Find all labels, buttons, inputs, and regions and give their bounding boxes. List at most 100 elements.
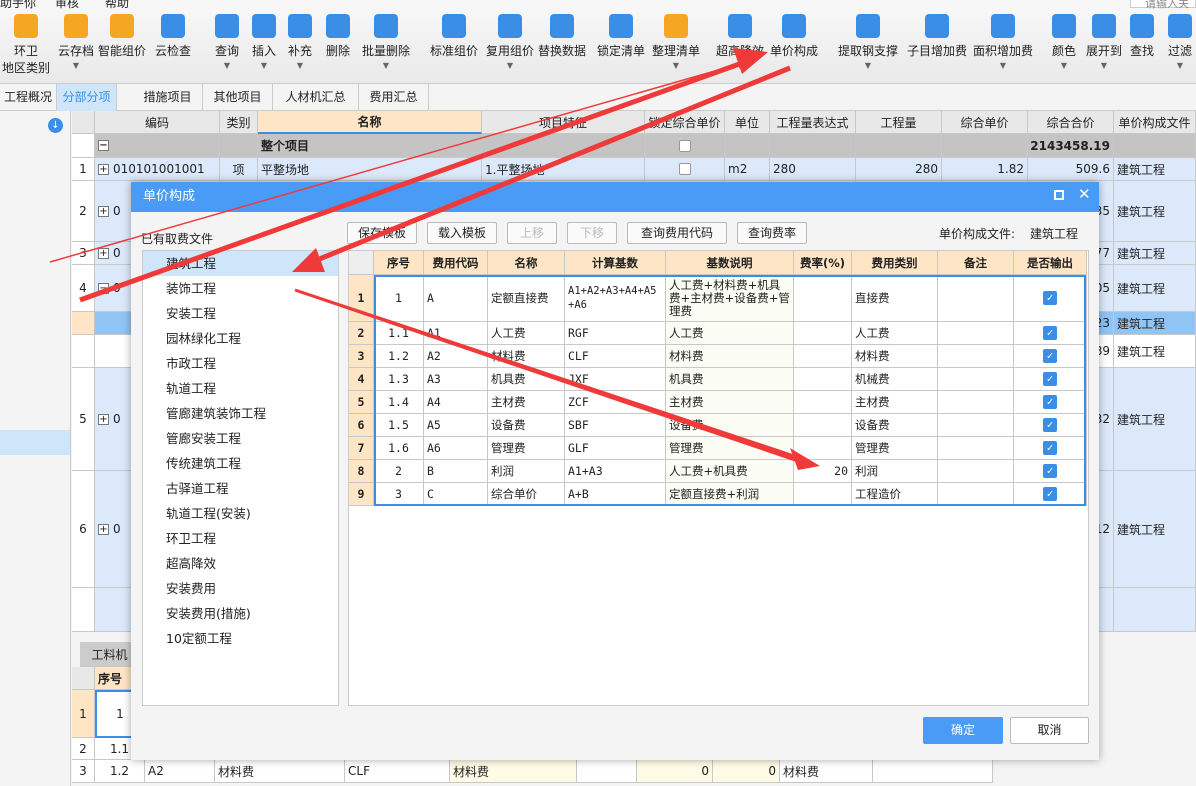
chevron-down-icon[interactable]: ▼ bbox=[1086, 61, 1122, 70]
toolbar-cloud-check-button[interactable]: 云检查 bbox=[155, 14, 191, 59]
tab-1[interactable]: 分部分项 bbox=[57, 84, 117, 111]
fee-file-item[interactable]: 古驿道工程 bbox=[143, 476, 338, 501]
menu-assistant[interactable]: 助手你 bbox=[0, 0, 36, 10]
move-down-button[interactable]: 下移 bbox=[567, 222, 617, 244]
fee-file-item[interactable]: 传统建筑工程 bbox=[143, 451, 338, 476]
toolbar-label: 锁定清单 bbox=[597, 44, 646, 58]
chevron-down-icon[interactable]: ▼ bbox=[486, 61, 534, 70]
chevron-down-icon[interactable]: ▼ bbox=[252, 61, 276, 70]
table-cell-base: JXF bbox=[565, 368, 666, 391]
fee-file-item[interactable]: 10定额工程 bbox=[143, 626, 338, 651]
chevron-down-icon[interactable]: ▼ bbox=[652, 61, 700, 70]
fee-file-item[interactable]: 轨道工程(安装) bbox=[143, 501, 338, 526]
fee-file-item[interactable]: 装饰工程 bbox=[143, 276, 338, 301]
expand-icon[interactable]: + bbox=[98, 163, 109, 175]
toolbar-steel-support-button[interactable]: 提取钢支撑 ▼ bbox=[838, 14, 898, 70]
output-checkbox[interactable]: ✓ bbox=[1043, 487, 1057, 501]
tab-3[interactable]: 其他项目 bbox=[203, 84, 273, 111]
move-up-button[interactable]: 上移 bbox=[507, 222, 557, 244]
fee-file-item[interactable]: 市政工程 bbox=[143, 351, 338, 376]
fee-file-item[interactable]: 轨道工程 bbox=[143, 376, 338, 401]
lock-checkbox[interactable] bbox=[678, 139, 691, 152]
search-input[interactable]: 请输入关 bbox=[1130, 0, 1196, 10]
toolbar-replace-data-button[interactable]: 替换数据 bbox=[538, 14, 586, 59]
collapse-icon[interactable]: − bbox=[98, 140, 109, 151]
fee-file-item[interactable]: 园林绿化工程 bbox=[143, 326, 338, 351]
left-nav-selected[interactable] bbox=[0, 430, 70, 455]
toolbar-color-button[interactable]: 颜色 ▼ bbox=[1052, 14, 1076, 70]
output-checkbox[interactable]: ✓ bbox=[1043, 441, 1057, 455]
toolbar-region-category-button[interactable]: 环卫 地区类别 bbox=[2, 14, 50, 76]
toolbar-area-fee-button[interactable]: 面积增加费 ▼ bbox=[973, 14, 1033, 70]
tab-4[interactable]: 人材机汇总 bbox=[273, 84, 359, 111]
chevron-down-icon[interactable]: ▼ bbox=[838, 61, 898, 70]
bottom-seq[interactable]: 1.2 bbox=[95, 760, 145, 783]
tab-2[interactable]: 措施项目 bbox=[133, 84, 203, 111]
expand-icon[interactable]: + bbox=[98, 523, 109, 535]
toolbar-query-button[interactable]: 查询 ▼ bbox=[215, 14, 239, 70]
output-checkbox[interactable]: ✓ bbox=[1043, 418, 1057, 432]
output-checkbox[interactable]: ✓ bbox=[1043, 349, 1057, 363]
expand-icon[interactable]: + bbox=[98, 247, 109, 259]
grid-header-8: 综合单价 bbox=[942, 111, 1028, 134]
load-template-button[interactable]: 载入模板 bbox=[427, 222, 497, 244]
toolbar-item-fee-button[interactable]: 子目增加费 bbox=[907, 14, 967, 59]
chevron-down-icon[interactable]: ▼ bbox=[716, 61, 764, 70]
maximize-icon[interactable] bbox=[1054, 190, 1064, 200]
chevron-down-icon[interactable]: ▼ bbox=[1168, 61, 1192, 70]
query-rate-button[interactable]: 查询费率 bbox=[737, 222, 807, 244]
cancel-button[interactable]: 取消 bbox=[1010, 717, 1089, 744]
tab-0[interactable]: 工程概况 bbox=[0, 84, 57, 111]
chevron-down-icon[interactable]: ▼ bbox=[362, 61, 410, 70]
fee-file-item[interactable]: 建筑工程 bbox=[143, 251, 338, 276]
menu-help[interactable]: 帮助 bbox=[105, 0, 129, 10]
save-template-button[interactable]: 保存模板 bbox=[347, 222, 417, 244]
download-icon[interactable]: ↓ bbox=[48, 118, 63, 133]
toolbar-unit-price-button[interactable]: 单价构成 bbox=[770, 14, 818, 59]
collapse-icon[interactable]: − bbox=[98, 282, 109, 294]
fee-file-item[interactable]: 管廊建筑装饰工程 bbox=[143, 401, 338, 426]
toolbar-height-reduction-button[interactable]: 超高降效 ▼ bbox=[716, 14, 764, 70]
chevron-down-icon[interactable]: ▼ bbox=[973, 61, 1033, 70]
output-checkbox[interactable]: ✓ bbox=[1043, 464, 1057, 478]
toolbar-expand-button[interactable]: 展开到 ▼ bbox=[1086, 14, 1122, 70]
output-checkbox[interactable]: ✓ bbox=[1043, 395, 1057, 409]
expand-icon[interactable]: + bbox=[98, 205, 109, 217]
lock-checkbox[interactable] bbox=[678, 163, 691, 175]
toolbar-organize-list-button[interactable]: 整理清单 ▼ bbox=[652, 14, 700, 70]
output-checkbox[interactable]: ✓ bbox=[1043, 372, 1057, 386]
query-fee-code-button[interactable]: 查询费用代码 bbox=[627, 222, 727, 244]
toolbar-delete-button[interactable]: 删除 bbox=[326, 14, 350, 59]
toolbar-filter-button[interactable]: 过滤 ▼ bbox=[1168, 14, 1192, 70]
table-rownum: 2 bbox=[349, 322, 374, 345]
fee-file-item[interactable]: 环卫工程 bbox=[143, 526, 338, 551]
toolbar-cloud-save-button[interactable]: 云存档 ▼ bbox=[58, 14, 94, 70]
toolbar-reuse-pricing-button[interactable]: 复用组价 ▼ bbox=[486, 14, 534, 70]
toolbar-standard-pricing-button[interactable]: 标准组价 bbox=[430, 14, 478, 59]
toolbar-insert-button[interactable]: 插入 ▼ bbox=[252, 14, 276, 70]
table-output-cell: ✓ bbox=[1014, 322, 1087, 345]
expand-icon[interactable]: + bbox=[98, 413, 109, 425]
fee-file-item[interactable]: 安装费用(措施) bbox=[143, 601, 338, 626]
output-checkbox[interactable]: ✓ bbox=[1043, 326, 1057, 340]
chevron-down-icon[interactable]: ▼ bbox=[1052, 61, 1076, 70]
chevron-down-icon[interactable]: ▼ bbox=[58, 61, 94, 70]
toolbar-find-button[interactable]: 查找 bbox=[1130, 14, 1154, 59]
output-checkbox[interactable]: ✓ bbox=[1043, 291, 1057, 305]
chevron-down-icon[interactable]: ▼ bbox=[215, 61, 239, 70]
toolbar-smart-pricing-button[interactable]: 智能组价 bbox=[98, 14, 146, 59]
toolbar-lock-button[interactable]: 锁定清单 bbox=[597, 14, 645, 59]
chevron-down-icon[interactable]: ▼ bbox=[288, 61, 312, 70]
grid-total-cell bbox=[942, 134, 1028, 158]
fee-file-item[interactable]: 管廊安装工程 bbox=[143, 426, 338, 451]
fee-file-item[interactable]: 安装工程 bbox=[143, 301, 338, 326]
close-icon[interactable]: ✕ bbox=[1078, 185, 1091, 203]
ok-button[interactable]: 确定 bbox=[923, 717, 1003, 744]
toolbar-supplement-button[interactable]: 补充 ▼ bbox=[288, 14, 312, 70]
toolbar-batch-delete-button[interactable]: 批量删除 ▼ bbox=[362, 14, 410, 70]
fee-file-item[interactable]: 超高降效 bbox=[143, 551, 338, 576]
main-tabs: 工程概况 分部分项 措施项目 其他项目 人材机汇总 费用汇总 bbox=[0, 84, 1196, 111]
tab-5[interactable]: 费用汇总 bbox=[359, 84, 429, 111]
fee-file-item[interactable]: 安装费用 bbox=[143, 576, 338, 601]
menu-review[interactable]: 审核 bbox=[55, 0, 79, 10]
